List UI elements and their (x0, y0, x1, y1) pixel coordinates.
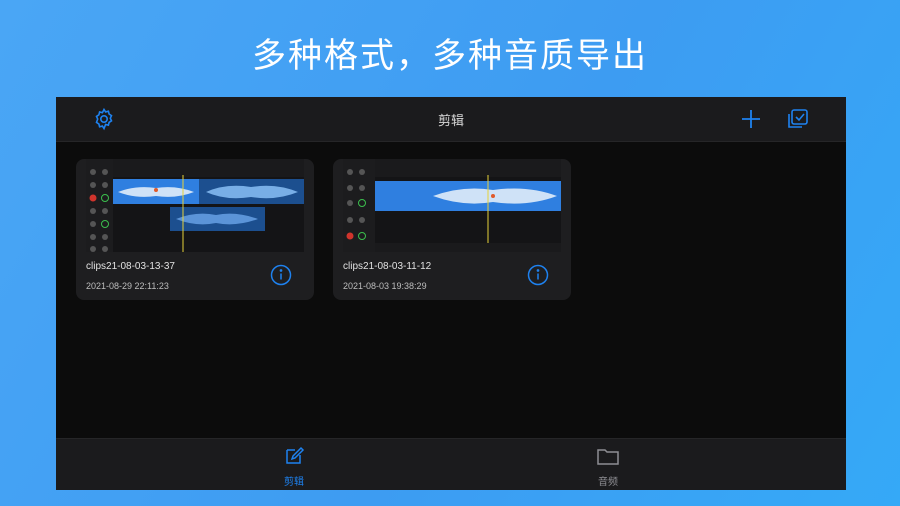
project-card[interactable]: clips21-08-03-11-12 2021-08-03 19:38:29 (333, 159, 571, 300)
tab-edit[interactable]: 剪辑 (234, 445, 354, 488)
project-info-button[interactable] (270, 264, 292, 286)
page-title: 剪辑 (437, 114, 464, 129)
project-info-button[interactable] (527, 264, 549, 286)
tab-bar: 剪辑 音频 (56, 438, 846, 490)
project-grid: clips21-08-03-13-37 2021-08-29 22:11:23 (56, 142, 846, 438)
project-date: 2021-08-29 22:11:23 (86, 281, 169, 291)
project-card[interactable]: clips21-08-03-13-37 2021-08-29 22:11:23 (76, 159, 314, 300)
info-icon (527, 264, 549, 286)
promo-headline: 多种格式，多种音质导出 (252, 36, 648, 76)
add-project-button[interactable] (739, 107, 763, 131)
app-window: 剪辑 clips21-08-03-13-37 2021-08-29 22:11:… (56, 97, 846, 490)
project-thumbnail (343, 159, 561, 252)
plus-icon (742, 110, 760, 128)
info-icon (270, 264, 292, 286)
tab-label: 音频 (598, 477, 618, 488)
project-thumbnail (86, 159, 304, 252)
project-name: clips21-08-03-13-37 (86, 261, 175, 272)
multi-select-icon (788, 109, 808, 128)
nav-bar: 剪辑 (56, 97, 846, 142)
tab-label: 剪辑 (284, 477, 304, 488)
select-button[interactable] (786, 107, 810, 131)
project-date: 2021-08-03 19:38:29 (343, 281, 427, 291)
edit-icon (286, 446, 305, 464)
folder-icon (597, 449, 619, 465)
project-name: clips21-08-03-11-12 (343, 261, 432, 272)
tab-audio[interactable]: 音频 (548, 445, 668, 488)
